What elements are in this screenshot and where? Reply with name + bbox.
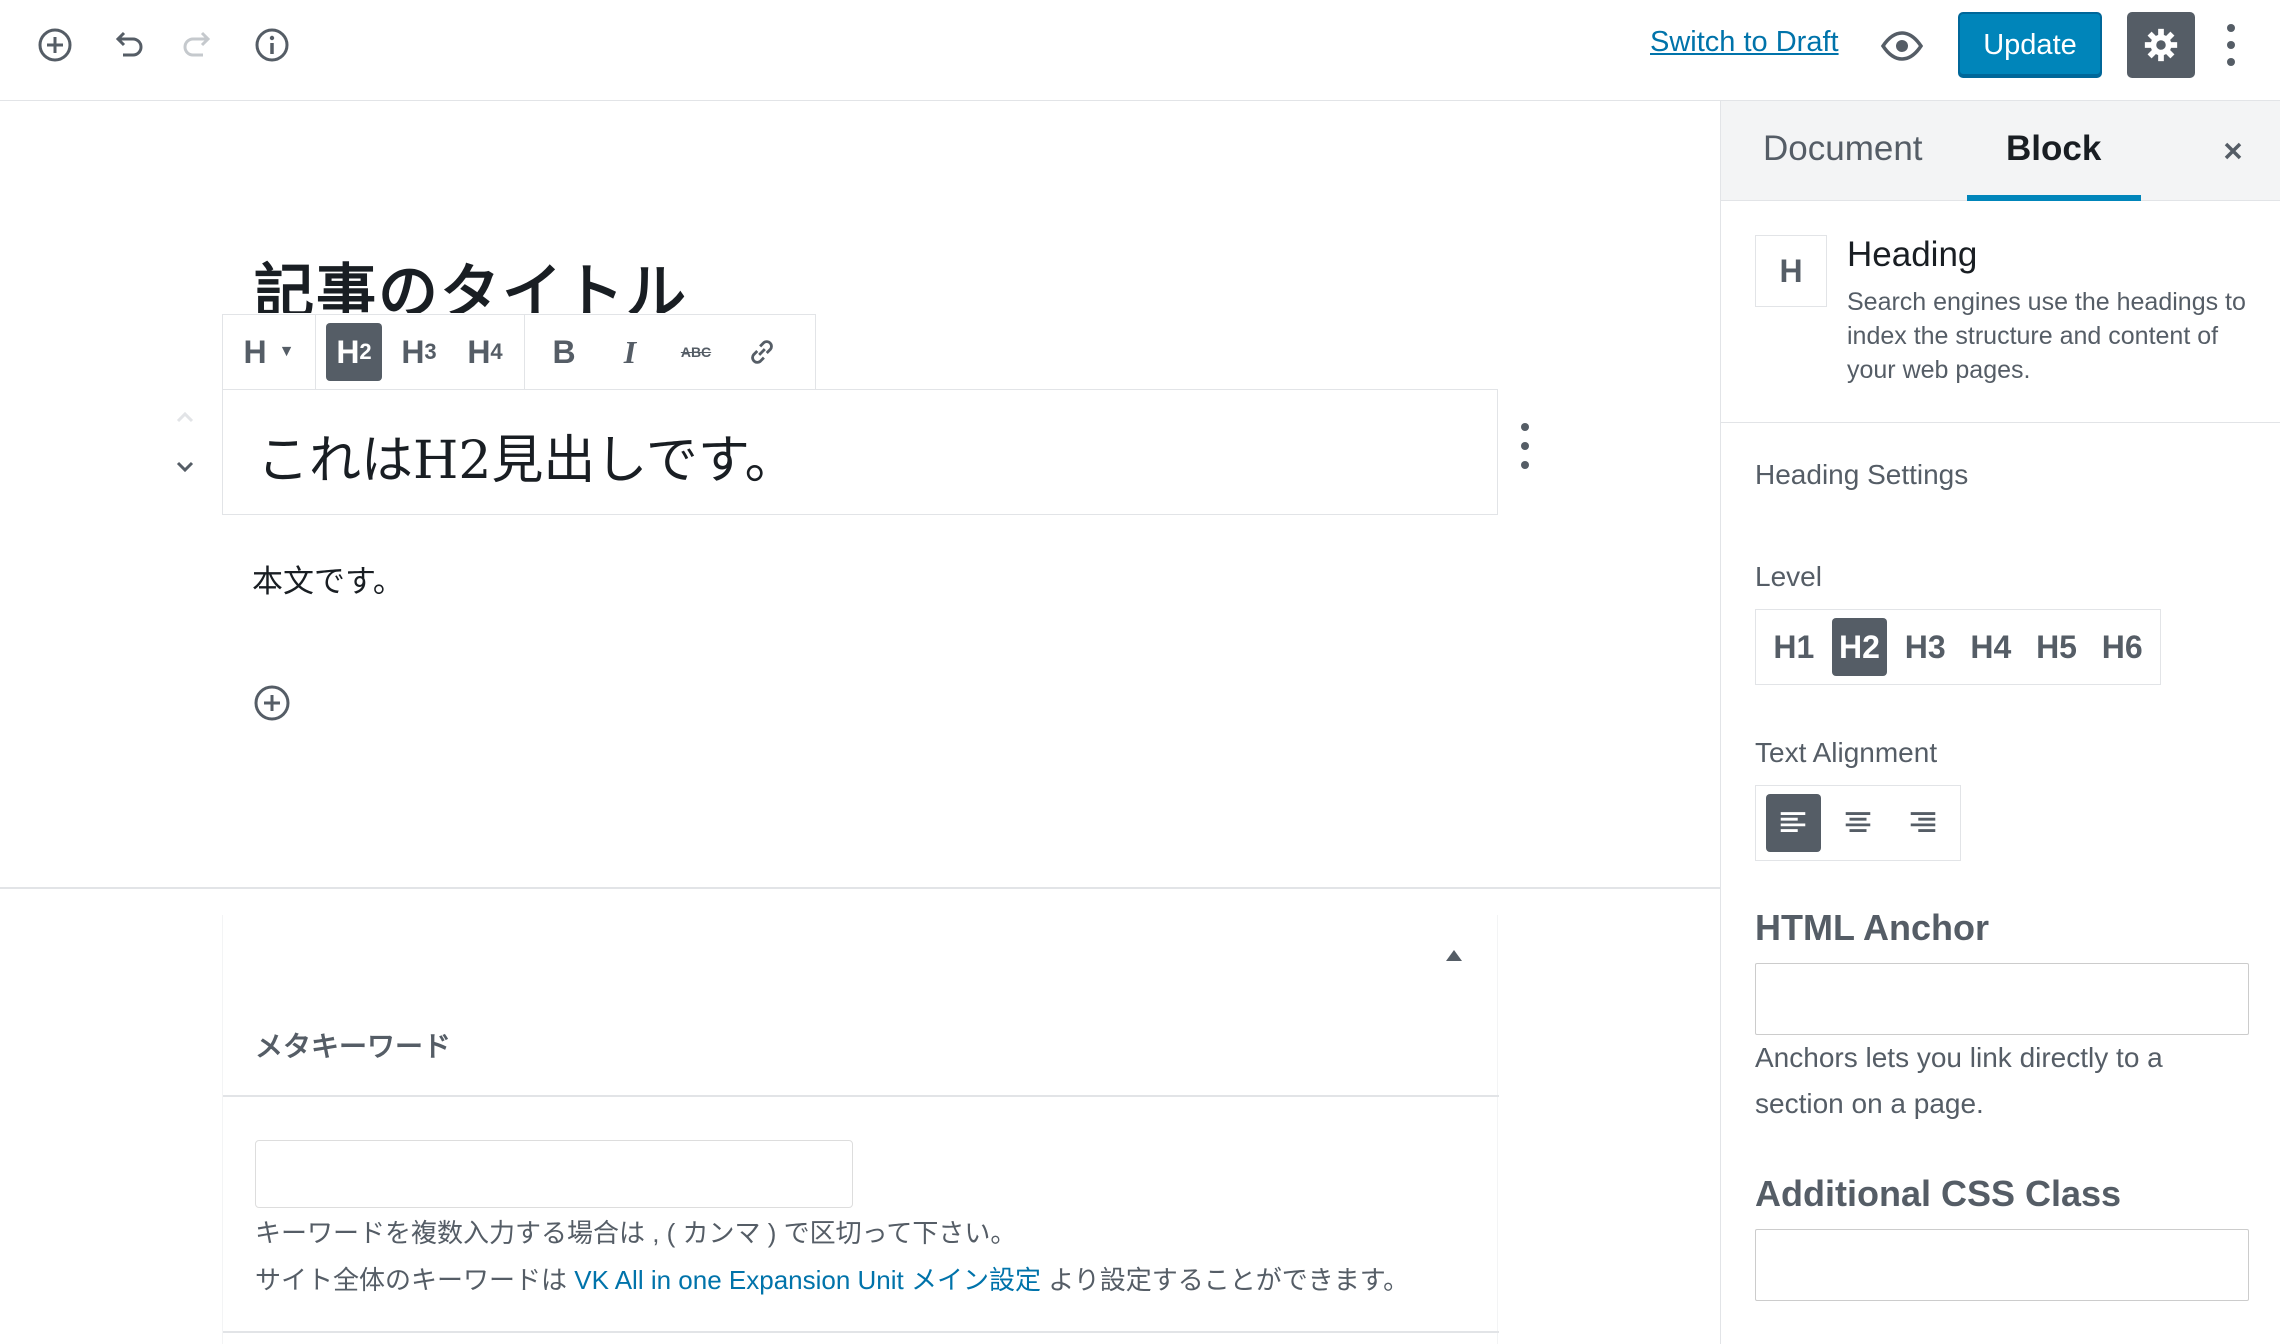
paragraph-block[interactable]: 本文です。: [252, 556, 404, 601]
align-center-icon[interactable]: [1831, 794, 1886, 852]
editor-canvas: 記事のタイトル H ▼ H2 H3 H4 B I ABC これはH2見出しです。: [0, 101, 1720, 888]
meta-keyword-input[interactable]: [255, 1140, 853, 1208]
level-h1-button[interactable]: H1: [1766, 618, 1822, 676]
level-h5-button[interactable]: H5: [2029, 618, 2085, 676]
post-title[interactable]: 記事のタイトル: [254, 251, 688, 313]
heading-switcher-button[interactable]: H ▼: [233, 323, 305, 381]
vk-settings-link[interactable]: VK All in one Expansion Unit メイン設定: [574, 1265, 1041, 1295]
level-h2-button[interactable]: H2: [1831, 618, 1888, 676]
sidebar-tabs: Document Block: [1721, 101, 2280, 201]
bold-button[interactable]: B: [535, 323, 593, 381]
html-anchor-label: HTML Anchor: [1755, 907, 1989, 948]
settings-gear-icon[interactable]: [2127, 12, 2195, 78]
add-block-icon[interactable]: [32, 22, 78, 68]
block-switcher[interactable]: H ▼: [223, 315, 316, 389]
block-title: Heading: [1847, 235, 1978, 274]
anchor-help-text: Anchors lets you link directly to a sect…: [1755, 1042, 2163, 1119]
css-class-input[interactable]: [1755, 1229, 2249, 1301]
redo-icon[interactable]: [176, 22, 222, 68]
more-vertical-icon[interactable]: [2214, 20, 2248, 70]
heading-block-icon: H: [1755, 235, 1827, 307]
editor-header: Switch to Draft Update: [0, 0, 2280, 101]
css-class-label: Additional CSS Class: [1755, 1173, 2122, 1214]
toolbar-h4-button[interactable]: H4: [456, 323, 514, 381]
heading-settings-toggle[interactable]: Heading Settings: [1755, 459, 1968, 491]
format-group: B I ABC: [525, 315, 801, 389]
italic-button[interactable]: I: [601, 323, 659, 381]
level-h4-button[interactable]: H4: [1963, 618, 2019, 676]
metabox-divider: [0, 887, 1720, 889]
heading-level-group: H2 H3 H4: [316, 315, 525, 389]
undo-icon[interactable]: [104, 22, 150, 68]
alignment-toolbar: [1755, 785, 1961, 861]
metabox-separator: [223, 1095, 1499, 1097]
heading-text[interactable]: これはH2見出しです。: [257, 418, 797, 493]
block-description: Search engines use the headings to index…: [1847, 288, 2246, 384]
toolbar-h3-button[interactable]: H3: [390, 323, 448, 381]
block-toolbar: H ▼ H2 H3 H4 B I ABC: [222, 314, 816, 390]
level-h3-button[interactable]: H3: [1897, 618, 1953, 676]
metabox-help-text: キーワードを複数入力する場合は , ( カンマ ) で区切って下さい。: [255, 1218, 1017, 1248]
metabox-bottom-border: [223, 1331, 1499, 1333]
block-card: H Heading Search engines use the heading…: [1721, 201, 2280, 423]
tab-document[interactable]: Document: [1763, 129, 1923, 169]
chevron-down-icon: ▼: [278, 343, 295, 360]
toolbar-h2-button[interactable]: H2: [326, 323, 382, 381]
align-right-icon[interactable]: [1895, 794, 1950, 852]
move-down-icon[interactable]: [172, 453, 198, 479]
preview-eye-icon[interactable]: [1880, 26, 1924, 66]
text-alignment-label: Text Alignment: [1755, 737, 1938, 768]
tab-block[interactable]: Block: [2006, 129, 2101, 169]
info-icon[interactable]: [249, 22, 295, 68]
level-label: Level: [1755, 561, 1822, 592]
meta-keyword-box: メタキーワード キーワードを複数入力する場合は , ( カンマ ) で区切って下…: [222, 915, 1499, 1344]
level-toolbar: H1 H2 H3 H4 H5 H6: [1755, 609, 2161, 685]
collapse-arrow-icon[interactable]: [1446, 950, 1462, 961]
update-button[interactable]: Update: [1958, 12, 2102, 78]
metabox-heading: メタキーワード: [255, 1031, 452, 1062]
level-h6-button[interactable]: H6: [2094, 618, 2150, 676]
align-left-icon[interactable]: [1766, 794, 1821, 852]
block-more-options-icon[interactable]: [1514, 423, 1536, 469]
html-anchor-input[interactable]: [1755, 963, 2249, 1035]
metabox-help-text-2: サイト全体のキーワードは VK All in one Expansion Uni…: [255, 1265, 1410, 1295]
move-up-icon[interactable]: [172, 405, 198, 431]
inline-add-block-icon[interactable]: [252, 683, 292, 723]
strikethrough-button[interactable]: ABC: [667, 323, 725, 381]
settings-sidebar: Document Block H Heading Search engines …: [1720, 101, 2280, 1344]
link-icon[interactable]: [733, 323, 791, 381]
switch-to-draft-link[interactable]: Switch to Draft: [1650, 26, 1839, 59]
close-icon[interactable]: [2213, 131, 2253, 171]
heading-block[interactable]: これはH2見出しです。: [222, 389, 1498, 515]
